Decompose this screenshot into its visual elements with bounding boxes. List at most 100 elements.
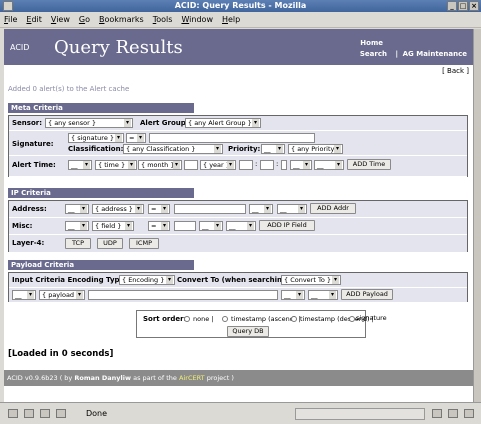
nav-home-link[interactable]: Home — [360, 38, 383, 48]
nav-search-link[interactable]: Search — [360, 49, 387, 59]
security-lock-icon[interactable] — [448, 409, 458, 418]
tcp-button[interactable]: TCP — [65, 238, 91, 249]
payload-input[interactable] — [88, 290, 278, 300]
sensor-select[interactable]: { any sensor } — [45, 118, 133, 128]
acid-logo: ACID — [10, 43, 30, 52]
sort-none-radio[interactable] — [184, 316, 190, 322]
alert-group-label: Alert Group: — [140, 119, 189, 127]
priority-operator-select[interactable]: __ — [261, 144, 285, 154]
address-book-icon[interactable] — [56, 409, 66, 418]
window-menu-icon[interactable] — [3, 1, 13, 11]
address-op-select[interactable]: __ — [249, 204, 273, 214]
menu-view[interactable]: View — [51, 15, 70, 24]
add-payload-button[interactable]: ADD Payload — [341, 289, 393, 300]
footer-suffix: project ) — [206, 374, 234, 382]
minute-input[interactable] — [260, 160, 274, 170]
udp-button[interactable]: UDP — [97, 238, 123, 249]
field-operator-select[interactable]: = — [148, 221, 170, 231]
menu-bar: File Edit View Go Bookmarks Tools Window… — [0, 12, 481, 28]
alert-time-row: Alert Time: __ { time } { month } { year… — [9, 156, 467, 177]
page-title: Query Results — [54, 37, 183, 58]
payload-criteria-heading: Payload Criteria — [8, 260, 194, 270]
signature-input[interactable] — [149, 133, 315, 143]
address-input[interactable] — [174, 204, 246, 214]
signature-operator-select[interactable]: = — [126, 133, 146, 143]
mail-icon[interactable] — [24, 409, 34, 418]
footer-author-link[interactable]: Roman Danyliw — [74, 374, 131, 382]
encoding-select[interactable]: { Encoding } — [119, 275, 175, 285]
hour-input[interactable] — [239, 160, 253, 170]
address-prefix-select[interactable]: __ — [65, 204, 89, 214]
time-select[interactable]: { time } — [95, 160, 137, 170]
icmp-button[interactable]: ICMP — [129, 238, 159, 249]
minimize-icon[interactable]: _ — [447, 1, 457, 11]
time-op-select[interactable]: __ — [290, 160, 312, 170]
alert-group-select[interactable]: { any Alert Group } — [185, 118, 261, 128]
navigator-icon[interactable] — [8, 409, 18, 418]
menu-edit[interactable]: Edit — [26, 15, 42, 24]
time-prefix-select[interactable]: __ — [68, 160, 92, 170]
classification-label: Classification: — [68, 145, 124, 153]
sort-signature-radio[interactable] — [349, 316, 355, 322]
menu-bookmarks[interactable]: Bookmarks — [99, 15, 144, 24]
query-db-button[interactable]: Query DB — [227, 326, 269, 337]
meta-criteria-box: Sensor: { any sensor } Alert Group: { an… — [8, 115, 468, 177]
page-header: ACID Query Results Home Search | AG Main… — [4, 29, 473, 65]
payload-op-select[interactable]: __ — [281, 290, 305, 300]
page-footer: ACID v0.9.6b23 ( by Roman Danyliw as par… — [4, 370, 473, 386]
day-input[interactable] — [184, 160, 198, 170]
back-link[interactable]: [ Back ] — [442, 67, 469, 75]
sort-timestamp-descend-radio[interactable] — [291, 316, 297, 322]
convert-to-label: Convert To (when searching): — [177, 276, 293, 284]
second-input[interactable] — [281, 160, 287, 170]
add-addr-button[interactable]: ADD Addr — [310, 203, 356, 214]
classification-select[interactable]: { any Classification } — [123, 144, 223, 154]
nav-ag-maintenance-link[interactable]: AG Maintenance — [403, 49, 467, 59]
address-label: Address: — [12, 205, 47, 213]
menu-go[interactable]: Go — [79, 15, 90, 24]
maximize-icon[interactable]: □ — [458, 1, 468, 11]
menu-file[interactable]: File — [4, 15, 17, 24]
sort-order-box: Sort order: none | timestamp (ascend) | … — [136, 310, 374, 338]
misc-prefix-select[interactable]: __ — [65, 221, 89, 231]
signature-row: Signature: { signature } = Classificatio… — [9, 131, 467, 156]
footer-aircert-link[interactable]: AirCERT — [179, 374, 205, 382]
add-time-button[interactable]: ADD Time — [347, 159, 391, 170]
convert-to-select[interactable]: { Convert To } — [281, 275, 341, 285]
progress-bar — [295, 408, 425, 420]
field-input[interactable] — [174, 221, 196, 231]
address-select[interactable]: { address } — [92, 204, 144, 214]
payload-suffix-select[interactable]: __ — [308, 290, 338, 300]
month-select[interactable]: { month } — [138, 160, 182, 170]
sort-timestamp-ascend-radio[interactable] — [222, 316, 228, 322]
payload-row: __ { payload } __ __ ADD Payload — [9, 288, 467, 302]
field-op-select[interactable]: __ — [199, 221, 223, 231]
close-icon[interactable]: × — [469, 1, 479, 11]
cache-message: Added 0 alert(s) to the Alert cache — [8, 85, 130, 93]
menu-window[interactable]: Window — [181, 15, 213, 24]
sort-none-label: none | — [193, 315, 214, 323]
cookie-icon — [464, 409, 474, 418]
address-suffix-select[interactable]: __ — [277, 204, 307, 214]
year-select[interactable]: { year } — [200, 160, 236, 170]
add-ip-field-button[interactable]: ADD IP Field — [259, 220, 315, 231]
field-suffix-select[interactable]: __ — [226, 221, 256, 231]
payload-select[interactable]: { payload } — [39, 290, 85, 300]
meta-criteria-heading: Meta Criteria — [8, 103, 194, 113]
menu-tools[interactable]: Tools — [153, 15, 173, 24]
alert-time-label: Alert Time: — [12, 161, 56, 169]
sensor-row: Sensor: { any sensor } Alert Group: { an… — [9, 116, 467, 131]
encoding-label: Input Criteria Encoding Type: — [12, 276, 128, 284]
payload-criteria-box: Input Criteria Encoding Type: { Encoding… — [8, 272, 468, 302]
menu-help[interactable]: Help — [222, 15, 240, 24]
misc-label: Misc: — [12, 222, 33, 230]
priority-select[interactable]: { any Priority } — [288, 144, 343, 154]
vertical-scrollbar[interactable] — [473, 29, 481, 402]
time-suffix-select[interactable]: __ — [314, 160, 344, 170]
composer-icon[interactable] — [40, 409, 50, 418]
payload-prefix-select[interactable]: __ — [12, 290, 36, 300]
address-operator-select[interactable]: = — [148, 204, 170, 214]
field-select[interactable]: { field } — [92, 221, 134, 231]
address-row: Address: __ { address } = __ __ ADD Addr — [9, 201, 467, 218]
signature-select[interactable]: { signature } — [68, 133, 124, 143]
